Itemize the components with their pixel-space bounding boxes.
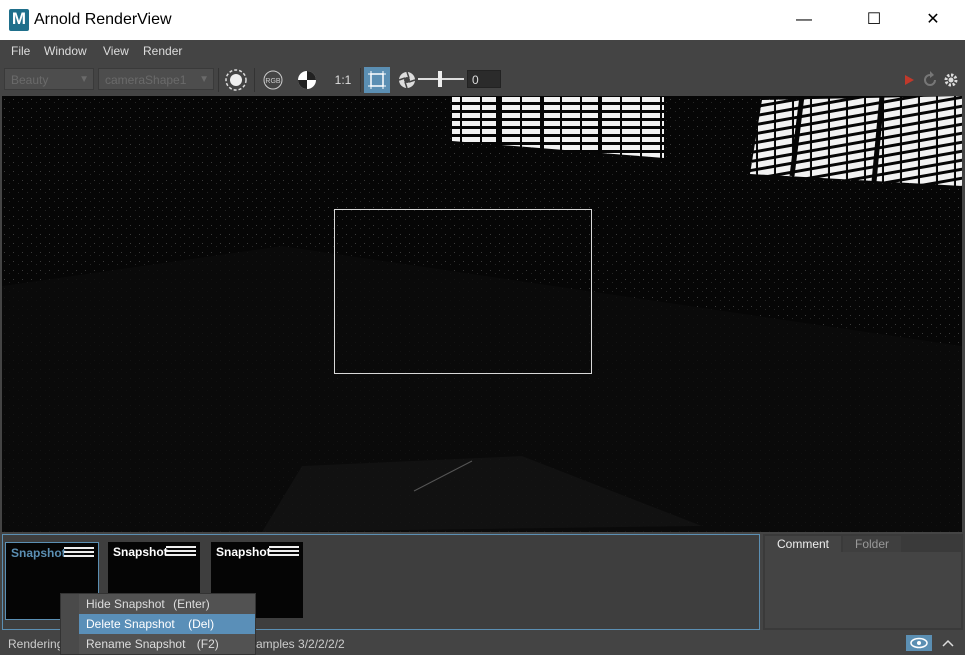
toolbar: Beauty ▼ cameraShape1 ▼ RGB 1:1 0 xyxy=(0,62,965,96)
collapse-button[interactable] xyxy=(936,635,960,651)
comment-text-area[interactable] xyxy=(765,552,961,628)
snapshot-label: Snapshot xyxy=(113,545,168,559)
refresh-button[interactable] xyxy=(920,67,940,93)
rgb-icon: RGB xyxy=(263,70,283,90)
window-title: Arnold RenderView xyxy=(34,11,172,28)
menu-item-delete-snapshot[interactable]: Delete Snapshot (Del) xyxy=(79,614,255,634)
snapshot-label: Snapshot xyxy=(216,545,271,559)
menu-item-shortcut: (F2) xyxy=(196,637,219,651)
menu-item-hide-snapshot[interactable]: Hide Snapshot (Enter) xyxy=(79,594,255,614)
menu-item-label: Hide Snapshot xyxy=(86,597,165,611)
display-channel-button[interactable] xyxy=(223,67,249,93)
snapshot-label: Snapshot xyxy=(11,546,66,560)
eye-toggle-button[interactable] xyxy=(906,635,932,651)
minimize-button[interactable]: — xyxy=(781,0,827,40)
menu-window[interactable]: Window xyxy=(44,44,87,58)
tab-folder[interactable]: Folder xyxy=(843,536,901,552)
maya-app-icon: M xyxy=(9,9,29,31)
menu-bar: File Window View Render xyxy=(0,40,965,62)
play-icon xyxy=(905,75,914,85)
camera-dropdown[interactable]: cameraShape1 ▼ xyxy=(98,68,214,90)
menu-item-shortcut: (Del) xyxy=(188,617,215,631)
menu-item-shortcut: (Enter) xyxy=(173,597,210,611)
chevron-down-icon: ▼ xyxy=(199,74,209,85)
color-correction-button[interactable] xyxy=(294,67,320,93)
gear-icon xyxy=(944,73,958,87)
exposure-input[interactable]: 0 xyxy=(467,70,501,88)
exposure-button[interactable] xyxy=(394,67,420,93)
menu-item-label: Delete Snapshot xyxy=(86,617,175,631)
toolbar-separator xyxy=(218,68,219,92)
rgb-channel-button[interactable]: RGB xyxy=(260,67,286,93)
chevron-down-icon: ▼ xyxy=(79,74,89,85)
menu-gutter xyxy=(61,594,79,654)
render-region-box[interactable] xyxy=(334,209,592,374)
chevron-up-icon xyxy=(942,639,954,647)
refresh-icon xyxy=(924,71,936,86)
tab-comment[interactable]: Comment xyxy=(765,536,841,552)
snapshot-context-menu: Hide Snapshot (Enter) Delete Snapshot (D… xyxy=(60,593,256,655)
comment-panel: Comment Folder xyxy=(763,534,963,630)
thumbnail-image xyxy=(64,547,94,557)
maximize-button[interactable]: ☐ xyxy=(851,0,897,40)
eye-icon xyxy=(910,637,928,649)
status-text: Rendering xyxy=(8,637,64,651)
render-button[interactable] xyxy=(900,67,918,93)
exposure-slider-handle[interactable] xyxy=(438,71,442,87)
ratio-button[interactable]: 1:1 xyxy=(329,67,357,93)
thumbnail-image xyxy=(269,546,299,556)
aov-value: Beauty xyxy=(11,73,49,87)
region-crop-button[interactable] xyxy=(364,67,390,93)
aperture-icon xyxy=(398,71,416,89)
settings-button[interactable] xyxy=(941,67,961,93)
aov-dropdown[interactable]: Beauty ▼ xyxy=(4,68,94,90)
menu-file[interactable]: File xyxy=(11,44,30,58)
pie-contrast-icon xyxy=(298,71,316,89)
toolbar-separator xyxy=(360,68,361,92)
camera-value: cameraShape1 xyxy=(105,73,187,87)
menu-view[interactable]: View xyxy=(103,44,129,58)
title-bar: M Arnold RenderView — ☐ ✕ xyxy=(0,0,965,40)
samples-text: amples 3/2/2/2/2 xyxy=(256,637,345,651)
close-button[interactable]: ✕ xyxy=(910,0,956,40)
circle-dot-icon xyxy=(225,69,247,91)
menu-item-rename-snapshot[interactable]: Rename Snapshot (F2) xyxy=(79,634,255,654)
crop-region-icon xyxy=(368,71,386,89)
menu-render[interactable]: Render xyxy=(143,44,182,58)
render-viewport[interactable] xyxy=(2,96,962,532)
svg-text:RGB: RGB xyxy=(265,78,281,85)
toolbar-separator xyxy=(254,68,255,92)
thumbnail-image xyxy=(166,546,196,556)
menu-item-label: Rename Snapshot xyxy=(86,637,186,651)
